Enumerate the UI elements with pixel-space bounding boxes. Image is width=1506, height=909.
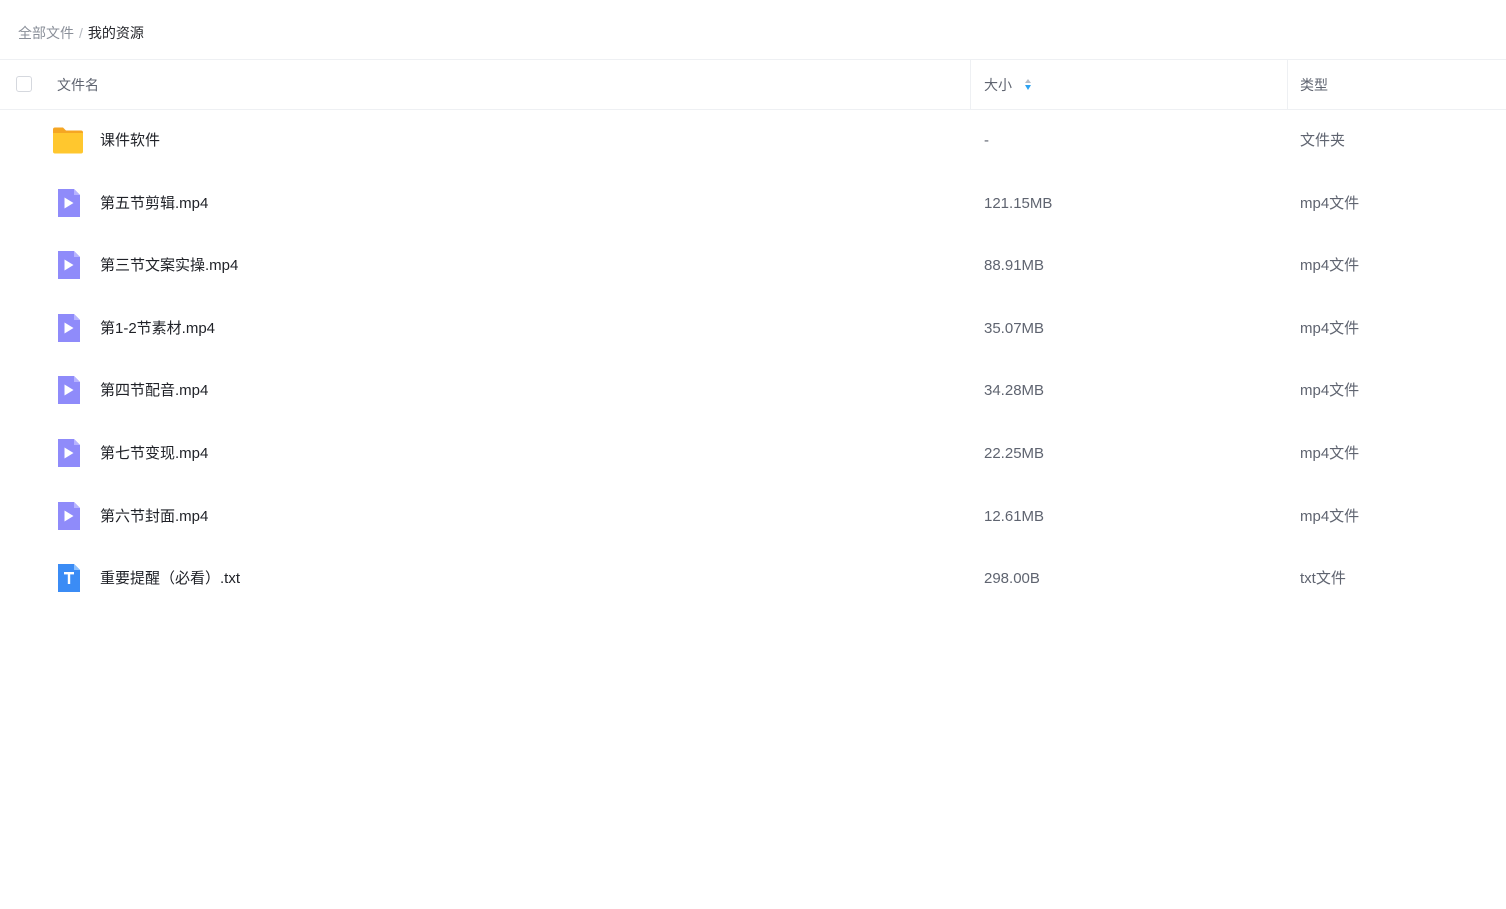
file-type: mp4文件 xyxy=(1300,319,1360,337)
column-header-size-label: 大小 xyxy=(984,77,1012,93)
file-size: 35.07MB xyxy=(984,319,1045,337)
file-type: mp4文件 xyxy=(1300,257,1360,275)
file-name[interactable]: 第四节配音.mp4 xyxy=(100,360,208,422)
breadcrumb: 全部文件 / 我的资源 xyxy=(18,22,144,44)
file-type: 文件夹 xyxy=(1300,132,1346,149)
video-file-icon xyxy=(52,312,84,344)
file-name[interactable]: 第六节封面.mp4 xyxy=(100,486,208,548)
file-size: - xyxy=(984,132,989,149)
column-divider[interactable] xyxy=(970,60,971,110)
breadcrumb-root-link[interactable]: 全部文件 xyxy=(18,25,74,41)
sort-descending-icon[interactable] xyxy=(1025,78,1033,92)
file-type: mp4文件 xyxy=(1300,382,1360,400)
file-size: 34.28MB xyxy=(984,382,1045,400)
table-row[interactable]: 第七节变现.mp4 22.25MB mp4文件 xyxy=(0,423,1506,486)
file-name[interactable]: 第五节剪辑.mp4 xyxy=(100,173,208,235)
file-name[interactable]: 重要提醒（必看）.txt xyxy=(100,548,240,610)
video-file-icon xyxy=(52,374,84,406)
file-name[interactable]: 第1-2节素材.mp4 xyxy=(100,298,215,360)
table-row[interactable]: 第五节剪辑.mp4 121.15MB mp4文件 xyxy=(0,173,1506,236)
file-type: txt文件 xyxy=(1300,570,1346,588)
column-header-name[interactable]: 文件名 xyxy=(57,60,99,110)
video-file-icon xyxy=(52,187,84,219)
table-row[interactable]: 第四节配音.mp4 34.28MB mp4文件 xyxy=(0,360,1506,423)
video-file-icon xyxy=(52,500,84,532)
video-file-icon xyxy=(52,437,84,469)
table-row[interactable]: 重要提醒（必看）.txt 298.00B txt文件 xyxy=(0,548,1506,611)
table-row[interactable]: 课件软件 - 文件夹 xyxy=(0,110,1506,173)
table-header: 文件名 大小 类型 xyxy=(0,59,1506,110)
file-name[interactable]: 第七节变现.mp4 xyxy=(100,423,208,485)
file-size: 88.91MB xyxy=(984,257,1045,275)
breadcrumb-separator: / xyxy=(79,25,83,41)
table-row[interactable]: 第六节封面.mp4 12.61MB mp4文件 xyxy=(0,486,1506,549)
file-size: 121.15MB xyxy=(984,194,1053,212)
file-size: 298.00B xyxy=(984,570,1040,588)
file-size: 12.61MB xyxy=(984,507,1045,525)
folder-icon xyxy=(52,124,84,156)
video-file-icon xyxy=(52,249,84,281)
column-header-size[interactable]: 大小 xyxy=(984,60,1033,110)
table-row[interactable]: 第三节文案实操.mp4 88.91MB mp4文件 xyxy=(0,235,1506,298)
column-divider[interactable] xyxy=(1287,60,1288,110)
file-type: mp4文件 xyxy=(1300,507,1360,525)
select-all-checkbox[interactable] xyxy=(16,76,32,92)
file-table: 文件名 大小 类型 课件软件 - 文件夹 第五节剪辑.mp4 121.15MB mp4文… xyxy=(0,59,1506,611)
table-body: 课件软件 - 文件夹 第五节剪辑.mp4 121.15MB mp4文件 第三节文案实操.… xyxy=(0,110,1506,611)
column-header-type[interactable]: 类型 xyxy=(1300,60,1328,110)
table-row[interactable]: 第1-2节素材.mp4 35.07MB mp4文件 xyxy=(0,298,1506,361)
file-name[interactable]: 课件软件 xyxy=(100,110,160,172)
file-type: mp4文件 xyxy=(1300,444,1360,462)
text-file-icon xyxy=(52,562,84,594)
file-name[interactable]: 第三节文案实操.mp4 xyxy=(100,235,238,297)
breadcrumb-current: 我的资源 xyxy=(87,25,144,41)
file-size: 22.25MB xyxy=(984,444,1045,462)
file-type: mp4文件 xyxy=(1300,194,1360,212)
